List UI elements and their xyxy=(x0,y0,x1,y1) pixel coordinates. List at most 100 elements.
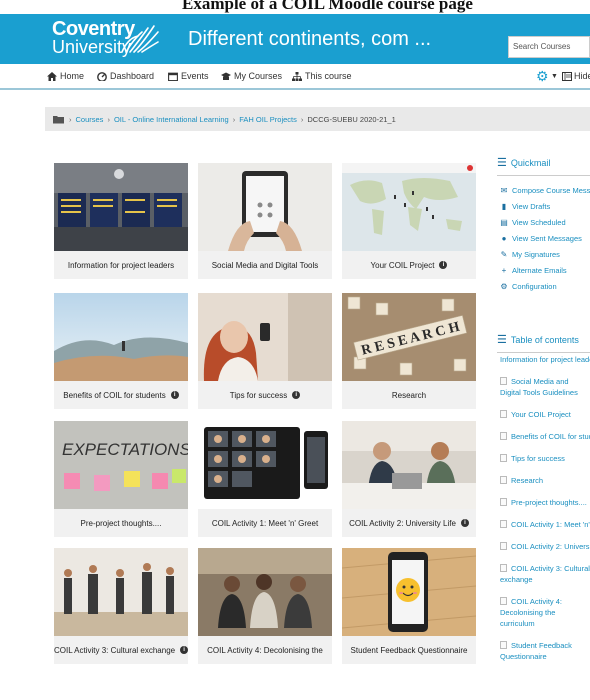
tile-caption: Research xyxy=(342,381,476,409)
breadcrumb-current-course[interactable]: DCCG-SUEBU 2020-21_1 xyxy=(307,115,395,124)
my-signatures-link[interactable]: ✎ My Signatures xyxy=(500,246,590,262)
toc-item[interactable]: COIL Activity 3: Cultural exchange xyxy=(500,563,590,585)
toc-item[interactable]: COIL Activity 2: University Life xyxy=(500,541,590,552)
folder-icon xyxy=(53,115,64,123)
toc-item[interactable]: Social Media and Digital Tools Guideline… xyxy=(500,376,590,398)
breadcrumb: › Courses › OIL - Online International L… xyxy=(45,107,590,131)
tile-research[interactable]: R E S E A R C H Research xyxy=(342,293,476,413)
nav-home[interactable]: Home xyxy=(47,71,84,81)
tile-pre-project-thoughts[interactable]: EXPECTATIONS Pre-project thoughts.... xyxy=(54,421,188,541)
tile-image-mountain-view xyxy=(54,293,188,381)
tile-coil-activity-1[interactable]: COIL Activity 1: Meet 'n' Greet xyxy=(198,421,332,541)
info-icon[interactable]: i xyxy=(439,261,448,269)
view-drafts-link[interactable]: ▮ View Drafts xyxy=(500,198,590,214)
nav-home-label: Home xyxy=(60,71,85,81)
course-title: Different continents, com ... xyxy=(188,28,432,50)
navigation-bar: Home Dashboard Events My Courses This co… xyxy=(0,64,590,90)
nav-dashboard[interactable]: Dashboard xyxy=(97,71,154,81)
quickmail-header[interactable]: ☰ Quickmail xyxy=(497,156,590,169)
home-icon xyxy=(47,71,57,81)
tile-caption: Pre-project thoughts.... xyxy=(54,509,188,537)
toc-item[interactable]: Research xyxy=(500,475,590,486)
toc-header[interactable]: ☰ Table of contents xyxy=(497,333,590,346)
tile-benefits-of-coil-for-students[interactable]: Benefits of COIL for students i xyxy=(54,293,188,413)
toc-item[interactable]: Benefits of COIL for students xyxy=(500,431,590,442)
nav-events-label: Events xyxy=(181,71,209,81)
file-icon xyxy=(500,564,507,572)
breadcrumb-oil[interactable]: OIL - Online International Learning xyxy=(114,115,229,124)
gear-icon[interactable]: ⚙ xyxy=(536,69,549,83)
nav-this-course-label: This course xyxy=(305,71,352,81)
tile-caption: COIL Activity 2: University Life i xyxy=(342,509,476,537)
compose-course-message-link[interactable]: ✉Compose Course Message xyxy=(500,182,590,198)
breadcrumb-fah-oil-projects[interactable]: FAH OIL Projects xyxy=(239,115,297,124)
info-icon[interactable]: i xyxy=(460,519,469,527)
list-icon: ☰ xyxy=(497,157,507,169)
quickmail-block: ☰ Quickmail xyxy=(497,156,590,176)
file-icon xyxy=(500,641,507,649)
tile-caption: COIL Activity 1: Meet 'n' Greet xyxy=(198,509,332,537)
info-icon[interactable]: i xyxy=(170,391,179,399)
tile-caption: Tips for success i xyxy=(198,381,332,409)
toc-item[interactable]: Student Feedback Questionnaire xyxy=(500,640,590,662)
file-icon xyxy=(500,454,507,462)
file-icon xyxy=(500,597,507,605)
breadcrumb-courses[interactable]: Courses xyxy=(76,115,104,124)
chevron-down-icon[interactable]: ▼ xyxy=(551,73,558,80)
tile-coil-activity-3[interactable]: COIL Activity 3: Cultural exchange i xyxy=(54,548,188,668)
nav-events[interactable]: Events xyxy=(168,71,209,81)
tile-your-coil-project[interactable]: Your COIL Project i xyxy=(342,163,476,283)
calendar-icon: ▤ xyxy=(500,217,508,227)
tile-image-tablet-hands xyxy=(198,163,332,251)
alternate-emails-link[interactable]: + Alternate Emails xyxy=(500,262,590,278)
info-icon[interactable]: i xyxy=(180,646,188,654)
tile-image-students-laptops xyxy=(342,421,476,509)
tile-image-video-call xyxy=(198,421,332,509)
toc-item[interactable]: COIL Activity 4: Decolonising the curric… xyxy=(500,596,590,629)
cog-icon: ⚙ xyxy=(500,281,508,291)
envelope-icon: ✉ xyxy=(500,185,508,195)
quickmail-links: ✉Compose Course Message ▮View Drafts ▤Vi… xyxy=(500,182,590,294)
toc-item[interactable]: COIL Activity 1: Meet 'n' Greet xyxy=(500,519,590,530)
toc-item[interactable]: Tips for success xyxy=(500,453,590,464)
file-icon xyxy=(500,410,507,418)
tile-image-departure-board xyxy=(54,163,188,251)
nav-my-courses[interactable]: My Courses xyxy=(221,71,282,81)
toc-item[interactable]: Your COIL Project xyxy=(500,409,590,420)
pen-icon: ✎ xyxy=(500,249,508,259)
dashboard-icon xyxy=(97,71,107,81)
calendar-icon xyxy=(168,72,178,81)
hide-blocks-button[interactable]: Hide xyxy=(562,71,590,81)
tile-coil-activity-2[interactable]: COIL Activity 2: University Life i xyxy=(342,421,476,541)
tile-coil-activity-4[interactable]: COIL Activity 4: Decolonising the xyxy=(198,548,332,668)
sitemap-icon xyxy=(292,71,302,81)
list-icon: ☰ xyxy=(497,334,507,346)
search-courses-input[interactable]: Search Courses xyxy=(508,36,590,58)
tile-information-for-project-leaders[interactable]: Information for project leaders xyxy=(54,163,188,283)
table-of-contents-block: ☰ Table of contents xyxy=(497,333,590,353)
tile-image-scrabble-research: R E S E A R C H xyxy=(342,293,476,381)
configuration-link[interactable]: ⚙ Configuration xyxy=(500,278,590,294)
hide-label: Hide xyxy=(574,71,590,81)
file-icon xyxy=(500,377,507,385)
document-title-strip: Example of a COIL Moodle course page xyxy=(0,0,590,14)
sent-icon: ● xyxy=(501,233,507,243)
nav-my-courses-label: My Courses xyxy=(234,71,283,81)
view-sent-messages-link[interactable]: ● View Sent Messages xyxy=(500,230,590,246)
top-header-bar: Coventry University Different continents… xyxy=(0,14,590,64)
plus-icon: + xyxy=(501,265,507,275)
nav-this-course[interactable]: This course xyxy=(292,71,352,81)
tile-caption: Social Media and Digital Tools xyxy=(198,251,332,279)
view-scheduled-link[interactable]: ▤ View Scheduled xyxy=(500,214,590,230)
svg-text:EXPECTATIONS: EXPECTATIONS xyxy=(62,440,188,459)
tile-student-feedback-questionnaire[interactable]: Student Feedback Questionnaire xyxy=(342,548,476,668)
tile-social-media-and-digital-tools[interactable]: Social Media and Digital Tools xyxy=(198,163,332,283)
drafts-icon: ▮ xyxy=(501,201,507,211)
toc-item[interactable]: Information for project leaders xyxy=(500,354,590,365)
file-icon xyxy=(500,542,507,550)
toc-title: Table of contents xyxy=(510,334,579,345)
tile-tips-for-success[interactable]: Tips for success i xyxy=(198,293,332,413)
info-icon[interactable]: i xyxy=(292,391,301,399)
tile-image-woman-phone xyxy=(198,293,332,381)
toc-item[interactable]: Pre-project thoughts.... xyxy=(500,497,590,508)
